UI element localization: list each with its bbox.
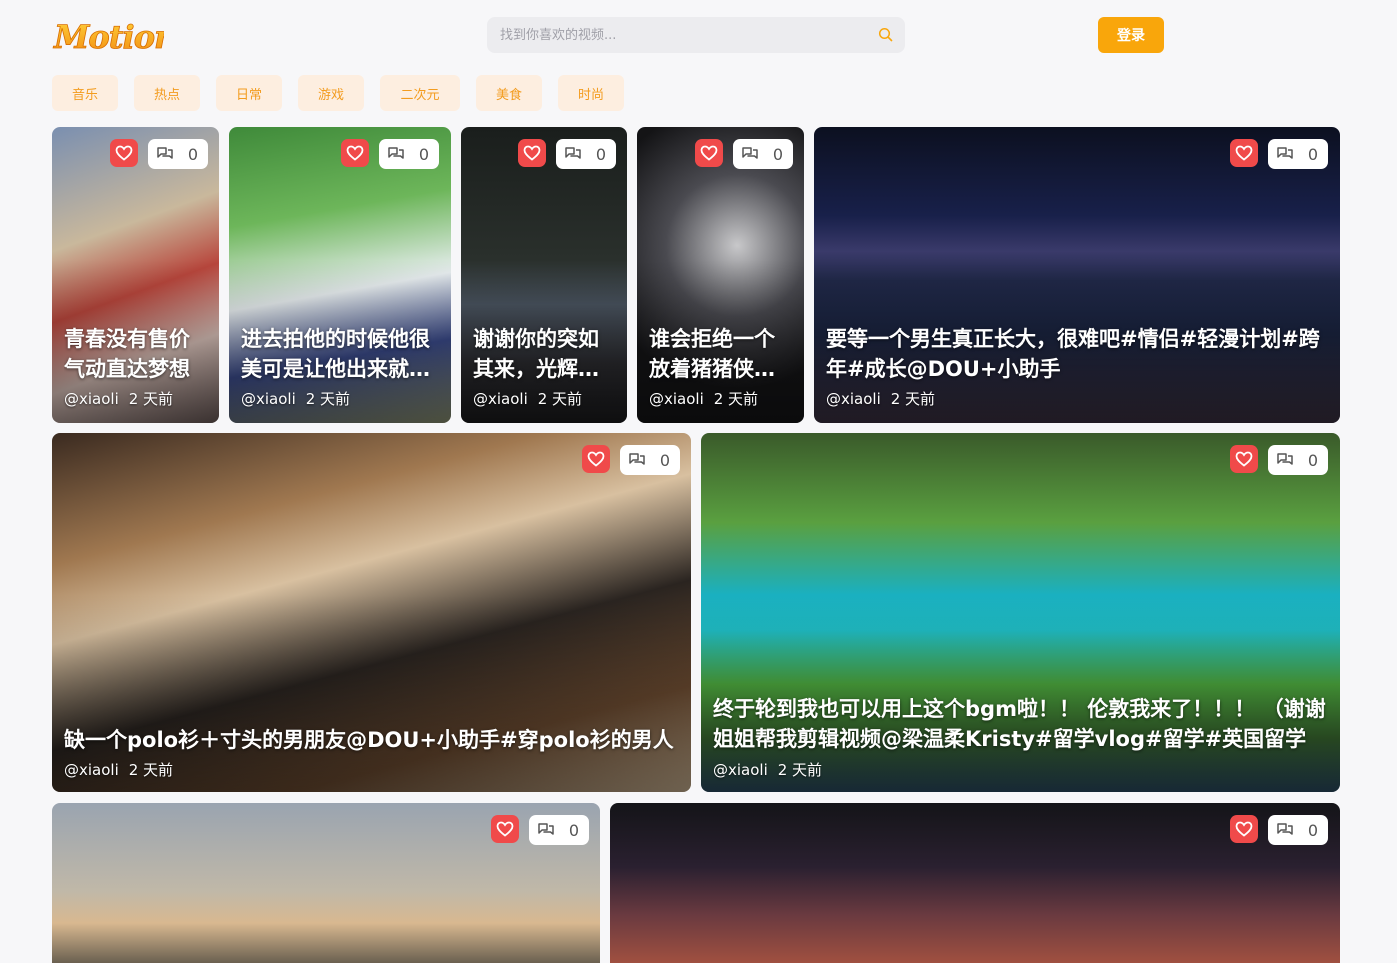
comment-count: 0 bbox=[568, 820, 579, 840]
video-time: 2 天前 bbox=[777, 761, 823, 779]
comment-icon bbox=[157, 147, 173, 159]
like-button[interactable] bbox=[491, 815, 519, 843]
video-card[interactable]: 0 进去拍他的时候他很美可是让他出来就不肯了 @xiaoli 2 天前 bbox=[229, 127, 451, 423]
video-meta: @xiaoli 2 天前 bbox=[713, 759, 822, 780]
comment-count: 0 bbox=[1307, 144, 1318, 164]
comment-button[interactable]: 0 bbox=[1268, 815, 1328, 845]
video-author[interactable]: @xiaoli bbox=[241, 390, 296, 408]
comment-icon bbox=[388, 147, 404, 159]
like-button[interactable] bbox=[1230, 139, 1258, 167]
search-icon[interactable] bbox=[877, 26, 895, 44]
video-meta: @xiaoli 2 天前 bbox=[64, 388, 173, 409]
comment-icon bbox=[629, 453, 645, 465]
like-button[interactable] bbox=[695, 139, 723, 167]
comment-button[interactable]: 0 bbox=[529, 815, 589, 845]
comment-icon bbox=[1277, 453, 1293, 465]
heart-icon bbox=[700, 145, 718, 161]
comment-button[interactable]: 0 bbox=[148, 139, 208, 169]
category-fashion[interactable]: 时尚 bbox=[558, 75, 624, 111]
category-daily[interactable]: 日常 bbox=[216, 75, 282, 111]
video-title: 终于轮到我也可以用上这个bgm啦！！ 伦敦我来了！！！ （谢谢姐姐帮我剪辑视频@… bbox=[713, 697, 1326, 751]
login-button[interactable]: 登录 bbox=[1098, 17, 1164, 53]
video-author[interactable]: @xiaoli bbox=[826, 390, 881, 408]
comment-button[interactable]: 0 bbox=[379, 139, 439, 169]
search-bar bbox=[487, 17, 905, 53]
category-music[interactable]: 音乐 bbox=[52, 75, 118, 111]
category-games[interactable]: 游戏 bbox=[298, 75, 364, 111]
comment-count: 0 bbox=[595, 144, 606, 164]
comment-button[interactable]: 0 bbox=[620, 445, 680, 475]
category-anime[interactable]: 二次元 bbox=[380, 75, 460, 111]
comment-button[interactable]: 0 bbox=[556, 139, 616, 169]
video-card[interactable]: 0 青春没有售价 气动直达梦想 @xiaoli 2 天前 bbox=[52, 127, 219, 423]
like-button[interactable] bbox=[1230, 445, 1258, 473]
video-card[interactable]: 0 终于轮到我也可以用上这个bgm啦！！ 伦敦我来了！！！ （谢谢姐姐帮我剪辑视… bbox=[701, 433, 1340, 792]
category-food[interactable]: 美食 bbox=[476, 75, 542, 111]
search-input[interactable] bbox=[487, 17, 860, 53]
video-meta: @xiaoli 2 天前 bbox=[473, 388, 582, 409]
video-time: 2 天前 bbox=[537, 390, 583, 408]
video-meta: @xiaoli 2 天前 bbox=[826, 388, 935, 409]
comment-count: 0 bbox=[1307, 820, 1318, 840]
video-time: 2 天前 bbox=[890, 390, 936, 408]
video-card[interactable]: 0 bbox=[610, 803, 1340, 963]
comment-count: 0 bbox=[187, 144, 198, 164]
like-button[interactable] bbox=[518, 139, 546, 167]
video-author[interactable]: @xiaoli bbox=[649, 390, 704, 408]
comment-icon bbox=[565, 147, 581, 159]
comment-icon bbox=[742, 147, 758, 159]
video-meta: @xiaoli 2 天前 bbox=[64, 759, 173, 780]
video-meta: @xiaoli 2 天前 bbox=[649, 388, 758, 409]
video-author[interactable]: @xiaoli bbox=[64, 390, 119, 408]
comment-button[interactable]: 0 bbox=[733, 139, 793, 169]
heart-icon bbox=[115, 145, 133, 161]
video-time: 2 天前 bbox=[305, 390, 351, 408]
heart-icon bbox=[587, 451, 605, 467]
video-title: 谁会拒绝一个放着猪猪侠的车 bbox=[649, 327, 775, 381]
comment-button[interactable]: 0 bbox=[1268, 139, 1328, 169]
comment-count: 0 bbox=[772, 144, 783, 164]
heart-icon bbox=[1235, 451, 1253, 467]
comment-count: 0 bbox=[1307, 450, 1318, 470]
category-trending[interactable]: 热点 bbox=[134, 75, 200, 111]
video-time: 2 天前 bbox=[128, 761, 174, 779]
comment-button[interactable]: 0 bbox=[1268, 445, 1328, 475]
video-card[interactable]: 0 谁会拒绝一个放着猪猪侠的车 @xiaoli 2 天前 bbox=[637, 127, 804, 423]
logo-text: Motion bbox=[53, 18, 164, 56]
video-title: 进去拍他的时候他很美可是让他出来就不肯了 bbox=[241, 327, 430, 381]
video-title: 要等一个男生真正长大，很难吧#情侣#轻漫计划#跨年#成长@DOU+小助手 bbox=[826, 327, 1320, 381]
video-author[interactable]: @xiaoli bbox=[713, 761, 768, 779]
heart-icon bbox=[1235, 821, 1253, 837]
like-button[interactable] bbox=[341, 139, 369, 167]
logo[interactable]: Motion bbox=[52, 14, 178, 57]
heart-icon bbox=[346, 145, 364, 161]
video-title: 青春没有售价 气动直达梦想 bbox=[64, 327, 190, 381]
video-title: 缺一个polo衫＋寸头的男朋友@DOU+小助手#穿polo衫的男人 bbox=[64, 728, 674, 752]
comment-count: 0 bbox=[418, 144, 429, 164]
video-card[interactable]: 0 bbox=[52, 803, 600, 963]
comment-icon bbox=[538, 823, 554, 835]
like-button[interactable] bbox=[582, 445, 610, 473]
video-card[interactable]: 0 缺一个polo衫＋寸头的男朋友@DOU+小助手#穿polo衫的男人 @xia… bbox=[52, 433, 691, 792]
heart-icon bbox=[523, 145, 541, 161]
like-button[interactable] bbox=[1230, 815, 1258, 843]
video-meta: @xiaoli 2 天前 bbox=[241, 388, 350, 409]
like-button[interactable] bbox=[110, 139, 138, 167]
video-author[interactable]: @xiaoli bbox=[473, 390, 528, 408]
video-card[interactable]: 0 要等一个男生真正长大，很难吧#情侣#轻漫计划#跨年#成长@DOU+小助手 @… bbox=[814, 127, 1340, 423]
heart-icon bbox=[496, 821, 514, 837]
logo-icon: Motion bbox=[53, 18, 178, 57]
video-time: 2 天前 bbox=[713, 390, 759, 408]
comment-count: 0 bbox=[659, 450, 670, 470]
video-time: 2 天前 bbox=[128, 390, 174, 408]
comment-icon bbox=[1277, 823, 1293, 835]
video-author[interactable]: @xiaoli bbox=[64, 761, 119, 779]
video-card[interactable]: 0 谢谢你的突如其来，光辉岁月 @xiaoli 2 天前 bbox=[461, 127, 627, 423]
heart-icon bbox=[1235, 145, 1253, 161]
video-title: 谢谢你的突如其来，光辉岁月 bbox=[473, 327, 599, 381]
comment-icon bbox=[1277, 147, 1293, 159]
